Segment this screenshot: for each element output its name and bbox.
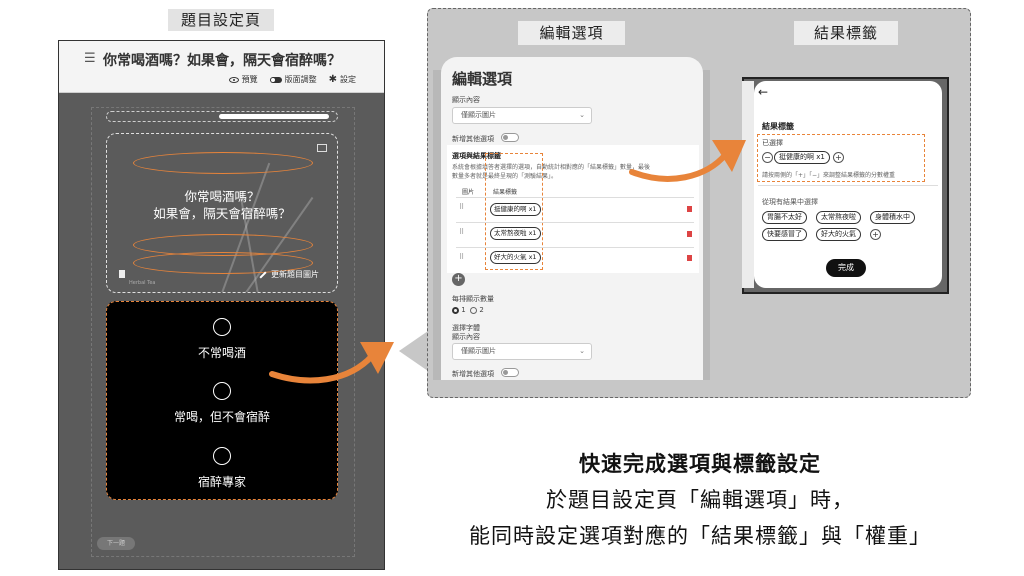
col-image-header: 圖片 xyxy=(462,189,475,196)
add-option-button[interactable]: + xyxy=(452,273,465,286)
add-other-option-label: 新增其他選項 xyxy=(452,370,494,378)
chevron-down-icon: ⌄ xyxy=(579,111,585,119)
panel-title: 編輯選項 xyxy=(452,70,513,88)
orange-arrow-icon xyxy=(629,140,746,182)
result-tag-chip[interactable]: 太常熬夜啦 x1 xyxy=(490,227,541,240)
display-content-label: 顯示內容 xyxy=(452,333,480,341)
label-result-tags: 結果標籤 xyxy=(794,21,898,45)
delete-icon[interactable] xyxy=(687,255,692,261)
eye-icon xyxy=(228,76,239,83)
relation-desc: 系統會根據填答者選擇的選項，自動統計相對應的「結果標籤」數量，最後 xyxy=(452,164,651,171)
caption-line: 能同時設定選項對應的「結果標籤」與「權重」 xyxy=(469,524,931,548)
radio-icon[interactable] xyxy=(470,306,478,314)
menu-icon[interactable]: ☰ xyxy=(84,51,96,66)
tag-choice-chip[interactable]: 快要感冒了 xyxy=(762,228,807,241)
display-content-label: 顯示內容 xyxy=(452,96,480,104)
per-row-radio-group: 1 2 xyxy=(452,306,484,314)
done-button[interactable]: 完成 xyxy=(826,259,866,277)
delete-icon[interactable] xyxy=(687,206,692,212)
delete-icon[interactable] xyxy=(687,231,692,237)
add-other-option-toggle[interactable] xyxy=(501,368,519,377)
question-image-card[interactable]: 你常喝酒嗎？ 如果會，隔天會宿醉嗎？ Herbal Tea 更新題目圖片 xyxy=(106,133,338,293)
image-icon[interactable] xyxy=(317,144,327,152)
selected-label: 已選擇 xyxy=(762,139,783,147)
drag-handle-icon[interactable]: ⠿ xyxy=(459,203,464,211)
radio-icon xyxy=(213,447,231,465)
row-divider xyxy=(456,247,694,248)
trash-icon[interactable] xyxy=(119,270,125,278)
progress-fill xyxy=(219,114,329,119)
tag-choice-chip[interactable]: 好大的火氣 xyxy=(816,228,861,241)
weight-hint: 請按兩側的「+」「−」來調整結果標籤的分數權重 xyxy=(762,172,896,179)
edit-options-panel: 編輯選項 顯示內容 僅顯示圖片 ⌄ 新增其他選項 選項與結果標籤 系統會根據填答者… xyxy=(441,57,703,380)
plus-icon[interactable]: + xyxy=(833,152,844,163)
per-row-count-label: 每排顯示數量 xyxy=(452,295,494,303)
chevron-down-icon: ⌄ xyxy=(579,347,585,355)
next-question-button[interactable]: 下一題 xyxy=(97,537,135,550)
add-other-option-label: 新增其他選項 xyxy=(452,135,494,143)
radio-icon xyxy=(213,382,231,400)
add-tag-icon[interactable]: + xyxy=(870,229,881,240)
layout-adjust-button[interactable]: 版面調整 xyxy=(269,74,317,85)
display-content-select[interactable]: 僅顯示圖片 ⌄ xyxy=(452,107,592,124)
result-tag-chip[interactable]: 好大的火氣 x1 xyxy=(490,251,541,264)
question-setting-page: ☰ 你常喝酒嗎？如果會，隔天會宿醉嗎？ 預覽 版面調整 ✱ 設定 你常喝酒嗎？ 如… xyxy=(58,40,385,570)
add-other-option-toggle[interactable] xyxy=(501,133,519,142)
orange-arrow-icon xyxy=(269,342,394,384)
row-divider xyxy=(456,197,694,198)
result-tag-heading: 結果標籤 xyxy=(762,122,794,131)
divider xyxy=(758,185,938,186)
selected-tag-chip: 挺健康的啊 x1 xyxy=(774,151,830,164)
page-header: ☰ 你常喝酒嗎？如果會，隔天會宿醉嗎？ 預覽 版面調整 ✱ 設定 xyxy=(59,41,384,93)
callout-pointer xyxy=(399,331,428,371)
option-item[interactable]: 宿醉專家 xyxy=(107,447,337,490)
page-label-question-setting: 題目設定頁 xyxy=(168,9,274,31)
toggle-icon xyxy=(269,76,282,83)
header-tools: 預覽 版面調整 ✱ 設定 xyxy=(228,74,356,85)
caption-heading: 快速完成選項與標籤設定 xyxy=(579,452,821,476)
preview-button[interactable]: 預覽 xyxy=(228,74,258,85)
highlight-ellipse xyxy=(133,152,313,174)
label-edit-options: 編輯選項 xyxy=(518,21,625,45)
settings-button[interactable]: ✱ 設定 xyxy=(329,74,356,85)
caption-line: 於題目設定頁「編輯選項」時， xyxy=(546,488,854,512)
tag-choice-chip[interactable]: 胃腸不太好 xyxy=(762,211,807,224)
display-content-select[interactable]: 僅顯示圖片 ⌄ xyxy=(452,343,592,360)
question-text: 你常喝酒嗎？ 如果會，隔天會宿醉嗎？ xyxy=(153,189,291,221)
result-tag-chip[interactable]: 挺健康的啊 x1 xyxy=(490,203,541,216)
progress-bar xyxy=(106,111,338,122)
update-image-button[interactable]: 更新題目圖片 xyxy=(259,269,319,280)
tag-choice-chip[interactable]: 身體積水中 xyxy=(870,211,915,224)
radio-icon[interactable] xyxy=(452,306,459,314)
minus-icon[interactable]: − xyxy=(762,152,773,163)
drag-handle-icon[interactable]: ⠿ xyxy=(459,253,464,261)
row-divider xyxy=(456,222,694,223)
choose-existing-label: 從現有結果中選擇 xyxy=(762,198,818,206)
question-title[interactable]: 你常喝酒嗎？如果會，隔天會宿醉嗎？ xyxy=(103,50,341,70)
pencil-icon xyxy=(259,270,267,279)
feature-caption: 快速完成選項與標籤設定 於題目設定頁「編輯選項」時， 能同時設定選項對應的「結果… xyxy=(400,448,1000,550)
tag-choice-chip[interactable]: 太常熬夜啦 xyxy=(816,211,861,224)
radio-icon xyxy=(213,318,231,336)
brand-text: Herbal Tea xyxy=(129,280,156,286)
drag-handle-icon[interactable]: ⠿ xyxy=(459,228,464,236)
gear-icon: ✱ xyxy=(328,74,337,85)
back-arrow-icon[interactable]: ← xyxy=(758,85,768,99)
result-tag-panel: ← 結果標籤 已選擇 − 挺健康的啊 x1 + 請按兩側的「+」「−」來調整結果… xyxy=(754,81,942,288)
